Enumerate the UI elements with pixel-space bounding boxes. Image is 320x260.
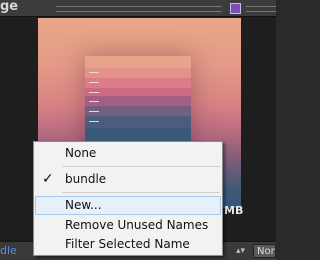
preview-dot — [89, 92, 99, 93]
asset-bundle-menu: None ✓ bundle New... Remove Unused Names… — [33, 141, 223, 256]
preview-band — [85, 68, 191, 78]
preview-dot — [89, 111, 99, 112]
menu-separator — [62, 166, 220, 167]
resize-grip-right[interactable] — [246, 6, 276, 12]
menu-item-filter-selected[interactable]: Filter Selected Name — [35, 235, 221, 254]
dropdown-arrows-icon[interactable]: ▴▾ — [236, 245, 246, 257]
preview-dot — [89, 101, 99, 102]
menu-item-none[interactable]: None — [35, 144, 221, 163]
menu-item-label: None — [65, 146, 97, 160]
preview-title: ge — [0, 0, 19, 14]
menu-item-label: Remove Unused Names — [65, 218, 209, 232]
preview-band — [85, 106, 191, 116]
file-size-label: MB — [224, 204, 244, 217]
preview-band — [85, 56, 191, 68]
preview-band — [85, 96, 191, 106]
preview-dot — [89, 82, 99, 83]
inspector-panel: ge MB dle ▴▾ Non None ✓ bundle New... Re… — [0, 0, 276, 260]
preview-header: ge — [0, 0, 276, 17]
menu-separator — [62, 192, 220, 193]
variant-dropdown[interactable]: Non — [253, 244, 276, 258]
menu-item-label: bundle — [65, 172, 107, 186]
menu-item-remove-unused[interactable]: Remove Unused Names — [35, 216, 221, 235]
menu-item-label: Filter Selected Name — [65, 237, 190, 251]
menu-item-label: New... — [65, 198, 102, 212]
preview-dot — [89, 72, 99, 73]
preview-band — [85, 116, 191, 128]
preview-band — [85, 88, 191, 96]
preview-band — [85, 78, 191, 88]
checkmark-icon: ✓ — [42, 171, 54, 187]
preview-options-icon[interactable] — [230, 3, 241, 14]
resize-grip[interactable] — [56, 6, 222, 12]
menu-item-new[interactable]: New... — [35, 196, 221, 215]
menu-item-bundle[interactable]: ✓ bundle — [35, 170, 221, 189]
preview-dot — [89, 121, 99, 122]
asset-bundle-dropdown[interactable]: dle — [0, 244, 17, 257]
